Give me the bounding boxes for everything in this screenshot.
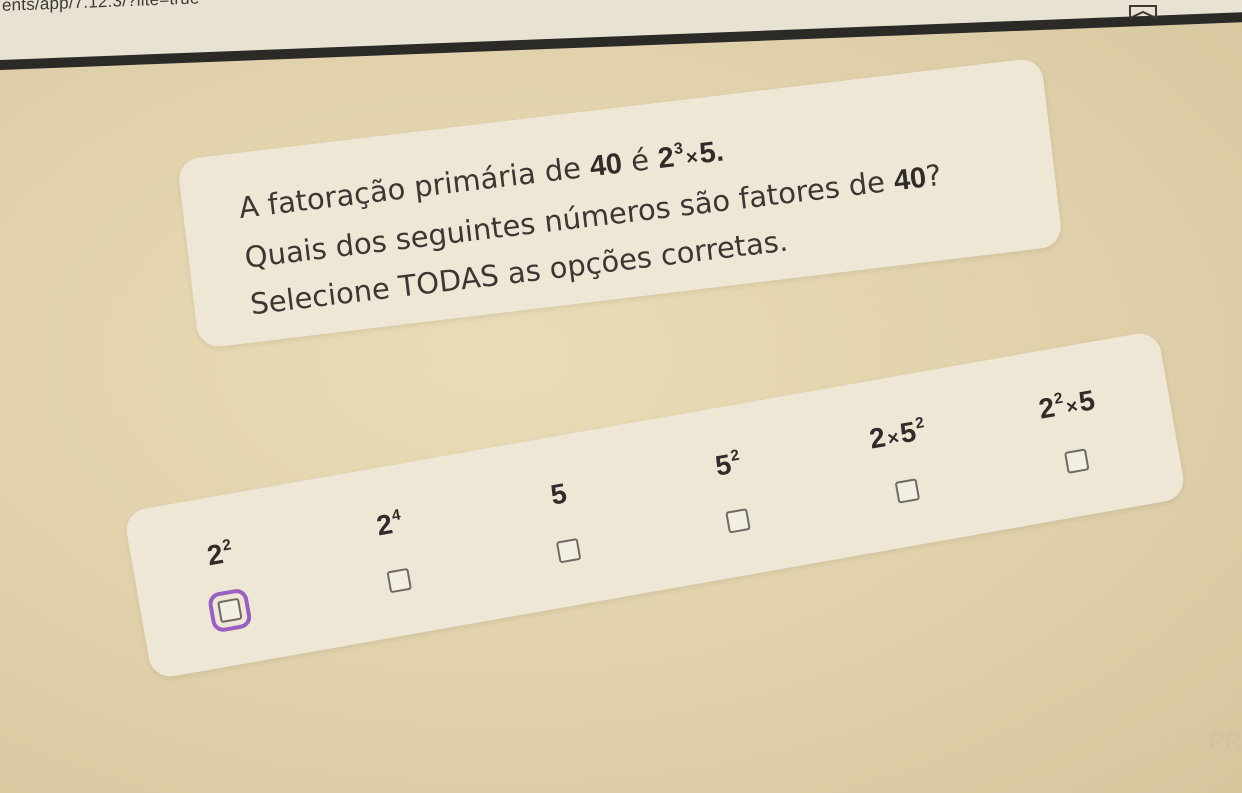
option-2[interactable]: 24 [327,498,460,602]
option-4[interactable]: 52 [666,439,799,543]
question-card: A fatoração primária de 40 é 23×5. Quais… [176,57,1064,349]
option-4-label: 52 [712,447,741,482]
option-5-checkbox[interactable] [894,478,921,504]
option-5-label: 2×52 [867,414,926,455]
option-6[interactable]: 22×5 [1005,379,1138,483]
factorization-expression: 23×5. [656,135,726,176]
option-2-label: 24 [374,506,402,542]
option-3-checkbox[interactable] [555,537,582,564]
browser-toolbar: ents/app/7.12.3/?lite=true [0,0,1242,71]
option-6-label: 22×5 [1036,384,1098,425]
option-3[interactable]: 5 [497,468,630,572]
option-6-checkbox[interactable] [1064,448,1090,474]
option-4-checkbox[interactable] [725,508,751,534]
bookmark-icon[interactable] [1128,4,1158,20]
option-2-checkbox[interactable] [386,567,412,594]
url-text[interactable]: ents/app/7.12.3/?lite=true [2,0,200,16]
option-1-label: 22 [204,536,233,572]
corner-button-text[interactable]: PR [1209,728,1242,756]
option-1-checkbox[interactable] [206,587,254,634]
option-5[interactable]: 2×52 [836,409,969,513]
option-1[interactable]: 22 [158,528,291,634]
option-3-label: 5 [548,477,569,511]
options-card: 22 24 5 52 2×52 22×5 [123,330,1187,680]
